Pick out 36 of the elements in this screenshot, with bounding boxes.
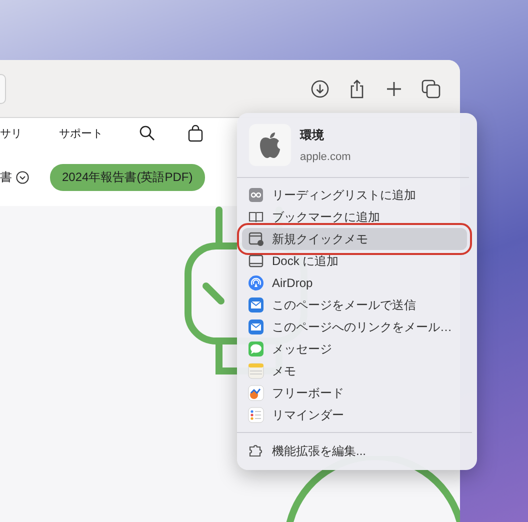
airdrop-icon <box>248 275 264 291</box>
share-menu-item[interactable]: メッセージ <box>242 338 467 360</box>
mail-icon <box>248 297 264 313</box>
mail-icon <box>248 319 264 335</box>
download-pdf-button[interactable]: 2024年報告書(英語PDF) <box>50 164 205 190</box>
tabs-icon[interactable] <box>421 78 441 98</box>
share-menu-item[interactable]: メモ <box>242 360 467 382</box>
download-icon[interactable] <box>310 78 330 98</box>
page-title: 環境 <box>300 127 325 144</box>
glasses-icon <box>248 187 264 203</box>
share-menu-item[interactable]: このページへのリンクをメール… <box>242 316 467 338</box>
share-menu-item[interactable]: リーディングリストに追加 <box>242 184 467 206</box>
apple-icon <box>258 131 282 159</box>
share-menu-item[interactable]: ブックマークに追加 <box>242 206 467 228</box>
share-menu-item[interactable]: 新規クイックメモ <box>242 228 467 250</box>
book-icon <box>248 209 264 225</box>
bag-icon[interactable] <box>188 124 203 142</box>
edit-extensions-item[interactable]: 機能拡張を編集... <box>242 440 477 462</box>
puzzle-icon <box>248 443 264 459</box>
share-menu-item[interactable]: リマインダー <box>242 404 467 426</box>
nav-link[interactable]: サポート <box>59 126 103 140</box>
share-menu-item[interactable]: Dock に追加 <box>242 250 467 272</box>
share-menu-item[interactable]: フリーボード <box>242 382 467 404</box>
nav-link[interactable]: サリ <box>0 126 22 140</box>
search-icon[interactable] <box>139 125 155 141</box>
checklist-icon <box>248 407 264 423</box>
chevron-down-icon[interactable] <box>16 170 29 184</box>
dock-icon <box>248 253 264 269</box>
whiteboard-icon <box>248 385 264 401</box>
share-menu-item[interactable]: AirDrop <box>242 272 467 294</box>
page-domain: apple.com <box>300 151 351 163</box>
nav-link[interactable]: 書 <box>0 168 12 186</box>
notepad-icon <box>248 363 264 379</box>
speech-bubble-icon <box>248 341 264 357</box>
note-window-icon <box>248 231 264 247</box>
share-menu-item[interactable]: このページをメールで送信 <box>242 294 467 316</box>
